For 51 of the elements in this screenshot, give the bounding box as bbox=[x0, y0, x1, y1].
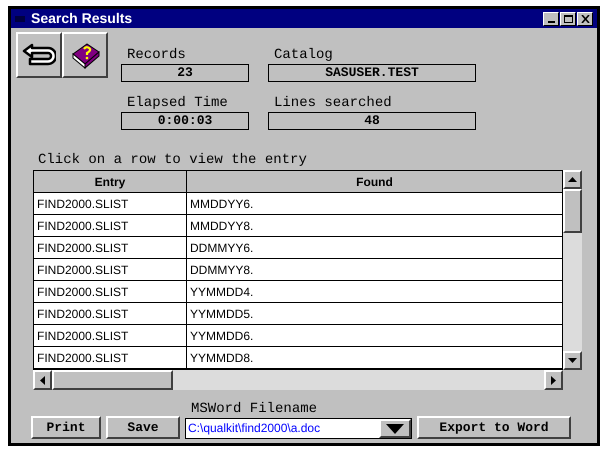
table-cell[interactable]: YYMMDD8. bbox=[187, 347, 562, 368]
scrollbar-thumb[interactable] bbox=[52, 370, 173, 390]
vertical-scrollbar[interactable] bbox=[563, 170, 582, 370]
down-arrow-icon bbox=[568, 358, 577, 363]
stat-value: 23 bbox=[121, 64, 249, 82]
right-arrow-icon bbox=[551, 376, 556, 384]
filename-value: C:\qualkit\find2000\a.doc bbox=[187, 420, 322, 437]
table-cell[interactable]: MMDDYY6. bbox=[187, 193, 562, 214]
table-cell[interactable]: FIND2000.SLIST bbox=[34, 325, 187, 346]
table-cell[interactable]: DDMMYY6. bbox=[187, 237, 562, 258]
export-button[interactable]: Export to Word bbox=[417, 416, 571, 439]
column-header[interactable]: Found bbox=[187, 171, 562, 192]
maximize-button[interactable] bbox=[560, 12, 576, 26]
table-cell[interactable]: YYMMDD4. bbox=[187, 281, 562, 302]
close-icon bbox=[580, 14, 590, 22]
stat-label: Catalog bbox=[273, 46, 334, 64]
filename-label: MSWord Filename bbox=[190, 400, 318, 418]
table-cell[interactable]: YYMMDD5. bbox=[187, 303, 562, 324]
help-button[interactable] bbox=[62, 32, 108, 78]
window-title: Search Results bbox=[31, 9, 132, 28]
column-header[interactable]: Entry bbox=[34, 171, 187, 192]
table-cell[interactable]: FIND2000.SLIST bbox=[34, 281, 187, 302]
save-button[interactable]: Save bbox=[106, 416, 180, 439]
print-button[interactable]: Print bbox=[31, 416, 101, 439]
up-arrow-icon bbox=[568, 177, 577, 182]
minimize-button[interactable] bbox=[543, 12, 559, 26]
return-arrow-icon bbox=[22, 42, 56, 68]
stat-value: SASUSER.TEST bbox=[268, 64, 476, 82]
stat-label: Records bbox=[126, 46, 187, 64]
back-button[interactable] bbox=[16, 32, 62, 78]
stat-value: 48 bbox=[268, 112, 476, 130]
table-cell[interactable]: FIND2000.SLIST bbox=[34, 303, 187, 324]
table-cell[interactable]: FIND2000.SLIST bbox=[34, 347, 187, 368]
table-cell[interactable]: DDMMYY8. bbox=[187, 259, 562, 280]
table-cell[interactable]: FIND2000.SLIST bbox=[34, 215, 187, 236]
close-button[interactable] bbox=[577, 12, 593, 26]
scrollbar-thumb[interactable] bbox=[563, 189, 582, 233]
table-cell[interactable]: FIND2000.SLIST bbox=[34, 193, 187, 214]
stat-label: Elapsed Time bbox=[126, 94, 229, 112]
horizontal-scrollbar[interactable] bbox=[33, 370, 563, 390]
instruction-text: Click on a row to view the entry bbox=[38, 152, 307, 168]
stat-label: Lines searched bbox=[273, 94, 393, 112]
stat-value: 0:00:03 bbox=[121, 112, 249, 130]
left-arrow-icon bbox=[40, 376, 45, 384]
table-cell[interactable]: YYMMDD6. bbox=[187, 325, 562, 346]
app-icon bbox=[15, 16, 25, 22]
dropdown-arrow-icon bbox=[386, 424, 404, 434]
table-cell[interactable]: MMDDYY8. bbox=[187, 215, 562, 236]
filename-combobox[interactable]: C:\qualkit\find2000\a.doc bbox=[185, 418, 412, 439]
table-cell[interactable]: FIND2000.SLIST bbox=[34, 259, 187, 280]
table-cell[interactable]: FIND2000.SLIST bbox=[34, 237, 187, 258]
